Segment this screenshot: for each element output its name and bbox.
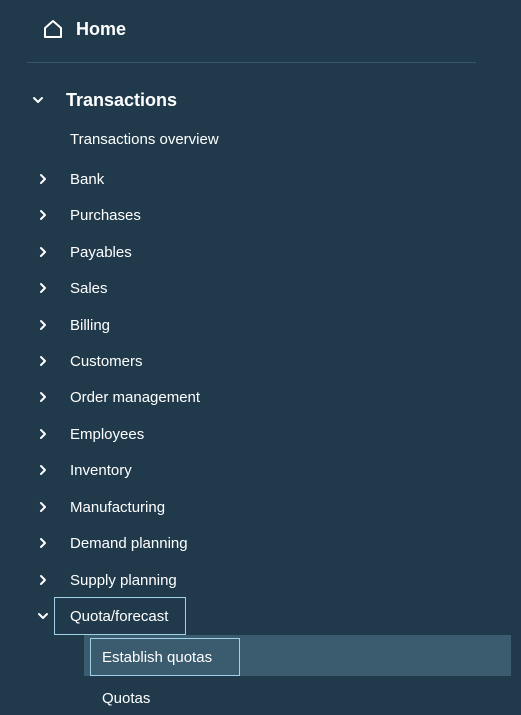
divider [27,62,476,63]
chevron-right-icon [40,465,46,475]
chevron-right-icon [40,429,46,439]
chevron-right-icon [40,575,46,585]
home-label: Home [76,18,127,39]
menu-item-demand-planning[interactable]: Demand planning [0,529,521,557]
menu-item-billing[interactable]: Billing [0,311,521,339]
chevron-right-icon [40,320,46,330]
chevron-right-icon [40,356,46,366]
menu-item-payables[interactable]: Payables [0,238,521,266]
chevron-right-icon [40,502,46,512]
chevron-down-icon [33,97,43,103]
menu-item-label: Sales [70,279,108,297]
menu-item-label: Transactions overview [70,130,219,148]
menu-item-label: Bank [70,170,105,188]
menu-item-label: Customers [70,352,143,370]
menu-item-employees[interactable]: Employees [0,420,521,448]
menu-item-order-management[interactable]: Order management [0,383,521,411]
chevron-right-icon [40,538,46,548]
chevron-right-icon [40,283,46,293]
menu-item-label: Payables [70,243,132,261]
menu-item-label: Demand planning [70,534,188,552]
menu-item-label: Inventory [70,461,132,479]
menu-item-supply-planning[interactable]: Supply planning [0,566,521,594]
menu-item-establish-quotas[interactable]: Establish quotas [102,643,212,671]
menu-item-label: Quotas [102,689,151,707]
menu-item-quota-forecast[interactable]: Quota/forecast [0,602,521,630]
menu-item-transactions-overview[interactable]: Transactions overview [0,125,521,153]
chevron-right-icon [40,210,46,220]
menu-item-purchases[interactable]: Purchases [0,201,521,229]
menu-item-sales[interactable]: Sales [0,274,521,302]
section-transactions-toggle[interactable]: Transactions [30,86,177,114]
menu-item-label: Quota/forecast [70,607,169,625]
menu-item-quotas[interactable]: Quotas [102,684,150,712]
menu-item-bank[interactable]: Bank [0,165,521,193]
menu-item-label: Employees [70,425,145,443]
menu-item-customers[interactable]: Customers [0,347,521,375]
home-link[interactable]: Home [42,14,126,44]
menu-item-label: Order management [70,388,201,406]
menu-item-label: Establish quotas [102,648,213,666]
chevron-right-icon [40,174,46,184]
chevron-right-icon [40,247,46,257]
chevron-right-icon [40,392,46,402]
menu-item-label: Supply planning [70,571,177,589]
menu-item-label: Billing [70,316,111,334]
menu-item-label: Manufacturing [70,498,166,516]
menu-item-inventory[interactable]: Inventory [0,456,521,484]
menu-item-manufacturing[interactable]: Manufacturing [0,493,521,521]
chevron-down-icon [38,613,48,619]
menu-item-label: Purchases [70,206,141,224]
home-icon [44,20,62,38]
section-title: Transactions [66,89,178,110]
